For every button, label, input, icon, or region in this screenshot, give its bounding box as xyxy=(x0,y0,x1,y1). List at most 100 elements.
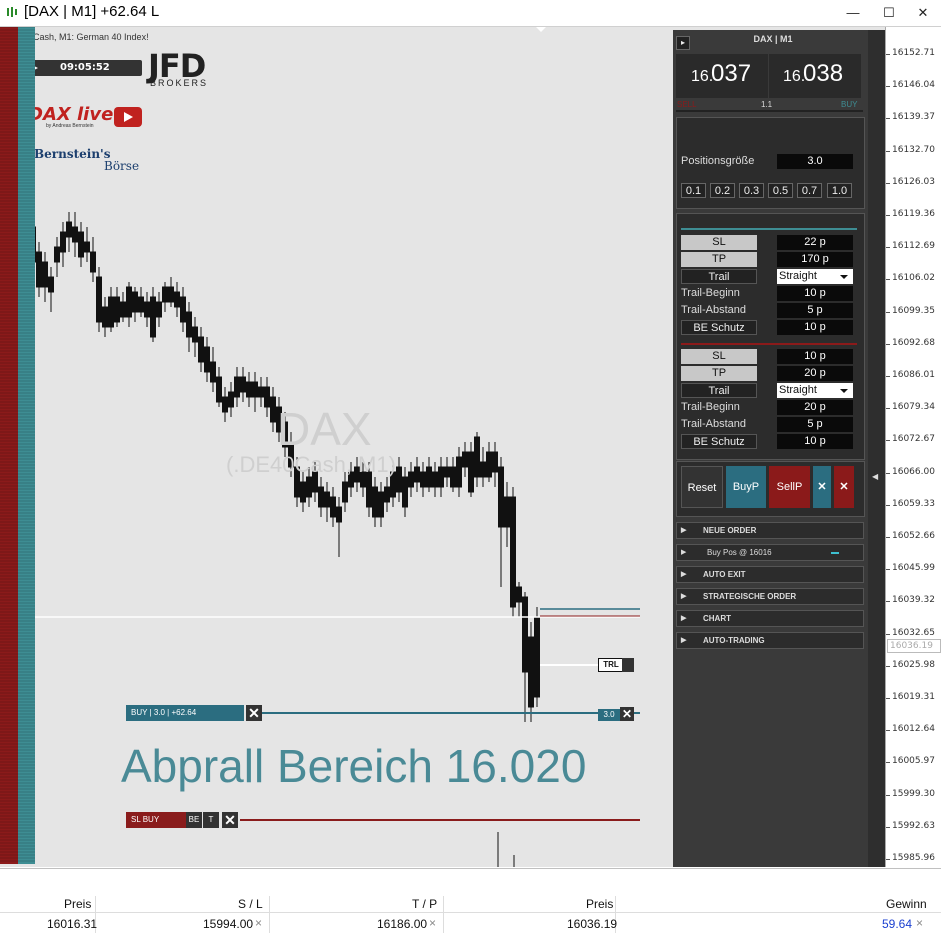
stop-loss-tag[interactable]: SL BUY xyxy=(126,812,186,828)
price-tick-mark xyxy=(886,118,890,120)
bearish-candle xyxy=(192,326,198,343)
size-button-1.0[interactable]: 1.0 xyxy=(827,183,852,198)
close-buy-icon[interactable]: ✕ xyxy=(813,466,831,508)
spread-divider xyxy=(676,110,863,112)
bearish-candle xyxy=(54,246,60,263)
close-button[interactable]: ✕ xyxy=(908,4,938,22)
size-button-0.5[interactable]: 0.5 xyxy=(768,183,793,198)
buy-trail-select[interactable]: Straight xyxy=(777,269,853,284)
price-tick-mark xyxy=(886,569,890,571)
buy-sl-button[interactable]: SL xyxy=(681,235,757,250)
size-button-0.1[interactable]: 0.1 xyxy=(681,183,706,198)
buy-sl-input[interactable]: 22 p xyxy=(777,235,853,250)
ask-price-box[interactable]: 16. 038 xyxy=(769,54,861,98)
chevron-right-icon: ▶ xyxy=(681,549,687,556)
bearish-candle xyxy=(138,296,144,313)
bearish-candle xyxy=(150,296,156,338)
price-tick-label: 16099.35 xyxy=(892,305,935,316)
sell-sl-input[interactable]: 10 p xyxy=(777,349,853,364)
accordion-buy-position[interactable]: ▶ Buy Pos @ 16016 xyxy=(676,544,864,561)
buy-be-button[interactable]: BE Schutz xyxy=(681,320,757,335)
bearish-candle xyxy=(144,301,150,318)
close-position-row-icon[interactable]: × xyxy=(916,916,923,930)
buy-trail-button[interactable]: Trail xyxy=(681,269,757,284)
maximize-button[interactable]: ☐ xyxy=(874,4,904,22)
sell-sl-button[interactable]: SL xyxy=(681,349,757,364)
size-button-0.7[interactable]: 0.7 xyxy=(797,183,822,198)
accordion-strategische-order[interactable]: ▶ STRATEGISCHE ORDER xyxy=(676,588,864,605)
price-tick-label: 16012.64 xyxy=(892,724,935,735)
remove-tp-icon[interactable]: × xyxy=(429,916,436,930)
header-tp: T / P xyxy=(412,897,438,911)
bearish-candle xyxy=(270,396,276,423)
order-depth-bar xyxy=(0,27,35,864)
header-preis: Preis xyxy=(64,897,92,911)
sell-tp-input[interactable]: 20 p xyxy=(777,366,853,381)
buy-position-tag[interactable]: BUY | 3.0 | +62.64 xyxy=(126,705,244,721)
price-tick-mark xyxy=(886,537,890,538)
ask-price-pips: 038 xyxy=(803,60,844,87)
size-button-0.2[interactable]: 0.2 xyxy=(710,183,735,198)
bearish-candle xyxy=(252,381,258,398)
close-position-icon[interactable]: ✕ xyxy=(246,705,262,721)
trail-button[interactable]: T xyxy=(203,812,219,828)
bearish-candle xyxy=(180,296,186,323)
trail-line-label[interactable]: TRL xyxy=(598,658,624,672)
sell-trail-button[interactable]: Trail xyxy=(681,383,757,398)
breakeven-button[interactable]: BE xyxy=(186,812,202,828)
remove-sl-icon[interactable]: × xyxy=(255,916,262,930)
price-tick-label: 16052.66 xyxy=(892,531,935,541)
price-tick-mark xyxy=(886,182,890,184)
buy-trail-begin-input[interactable]: 10 p xyxy=(777,286,853,301)
bid-price-box[interactable]: 16. 037 xyxy=(676,54,768,98)
position-size-input[interactable]: 3.0 xyxy=(777,154,853,169)
header-sl: S / L xyxy=(238,897,263,911)
close-position-small-icon[interactable]: ✕ xyxy=(620,707,634,721)
buy-pending-button[interactable]: BuyP xyxy=(726,466,766,508)
price-chart[interactable]: .DE40Cash, M1: German 40 Index! 09:05:52… xyxy=(0,27,885,867)
price-tick-mark xyxy=(886,633,890,635)
sell-trail-select[interactable]: Straight xyxy=(777,383,853,398)
price-tick-label: 16152.71 xyxy=(892,48,935,58)
sell-be-input[interactable]: 10 p xyxy=(777,434,853,449)
buy-tp-input[interactable]: 170 p xyxy=(777,252,853,267)
bid-price-prefix: 16. xyxy=(691,68,714,85)
remove-stop-icon[interactable]: ✕ xyxy=(222,812,238,828)
price-tick-label: 16146.04 xyxy=(892,80,935,91)
cell-take-profit[interactable]: 16186.00 xyxy=(377,917,427,931)
price-tick-label: 16126.03 xyxy=(892,176,935,187)
sell-trail-distance-input[interactable]: 5 p xyxy=(777,417,853,432)
price-tick-mark xyxy=(886,440,890,442)
accordion-auto-trading[interactable]: ▶ AUTO-TRADING xyxy=(676,632,864,649)
panel-collapse-strip[interactable]: ◀ xyxy=(868,30,885,867)
price-tick-mark xyxy=(886,215,890,216)
bearish-candle xyxy=(420,471,426,488)
bearish-candle xyxy=(402,476,408,508)
sell-pending-button[interactable]: SellP xyxy=(769,466,810,508)
accordion-neue-order[interactable]: ▶ NEUE ORDER xyxy=(676,522,864,539)
bearish-candle xyxy=(126,286,132,318)
price-tick-label: 16079.34 xyxy=(892,402,935,413)
sell-tp-button[interactable]: TP xyxy=(681,366,757,381)
price-tick-mark xyxy=(886,859,890,860)
bernstein-logo: Bernstein's xyxy=(34,147,111,161)
price-tick-label: 16045.99 xyxy=(892,563,935,574)
bearish-candle xyxy=(42,261,48,288)
sell-trail-begin-input[interactable]: 20 p xyxy=(777,400,853,415)
bearish-candle xyxy=(72,226,78,243)
sell-be-button[interactable]: BE Schutz xyxy=(681,434,757,449)
trail-line-handle[interactable] xyxy=(622,658,634,672)
close-sell-icon[interactable]: ✕ xyxy=(834,466,854,508)
size-button-0.3[interactable]: 0.3 xyxy=(739,183,764,198)
buy-tp-button[interactable]: TP xyxy=(681,252,757,267)
buy-trail-distance-input[interactable]: 5 p xyxy=(777,303,853,318)
minimize-button[interactable]: — xyxy=(838,4,868,22)
reset-button[interactable]: Reset xyxy=(681,466,723,508)
price-tick-mark xyxy=(886,665,890,667)
price-tick-mark xyxy=(886,86,890,88)
cell-current-price: 16036.19 xyxy=(567,917,618,931)
buy-be-input[interactable]: 10 p xyxy=(777,320,853,335)
cell-stop-loss[interactable]: 15994.00 xyxy=(203,917,253,931)
accordion-auto-exit[interactable]: ▶ AUTO EXIT xyxy=(676,566,864,583)
accordion-chart[interactable]: ▶ CHART xyxy=(676,610,864,627)
